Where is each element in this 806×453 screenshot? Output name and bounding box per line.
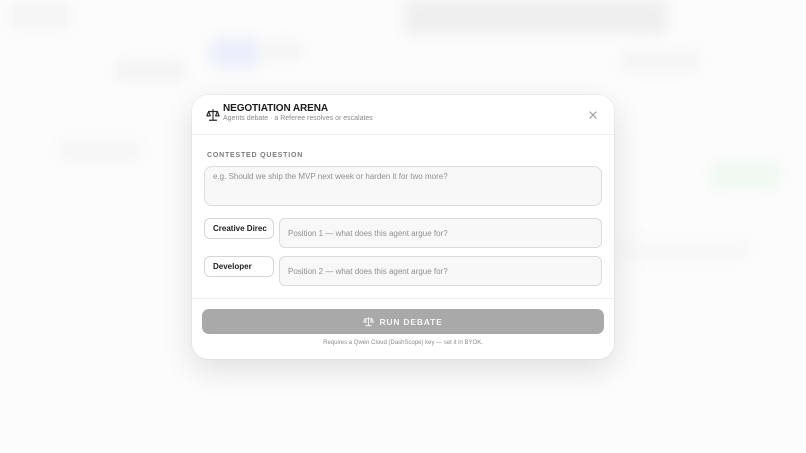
- byok-note: Requires a Qwen Cloud (DashScope) key — …: [323, 340, 483, 346]
- contested-question-input[interactable]: [204, 166, 602, 206]
- footer-divider: [192, 298, 614, 299]
- modal-title: NEGOTIATION ARENA: [223, 103, 328, 114]
- agent-2-name[interactable]: Developer: [204, 256, 274, 277]
- scale-icon: [363, 316, 375, 327]
- close-icon[interactable]: [586, 108, 600, 122]
- agent-1-name[interactable]: Creative Direc: [204, 218, 274, 239]
- modal-header: NEGOTIATION ARENA Agents debate · a Refe…: [192, 95, 614, 135]
- negotiation-arena-modal: NEGOTIATION ARENA Agents debate · a Refe…: [192, 95, 614, 359]
- agent-2-position-input[interactable]: [279, 256, 602, 286]
- run-debate-label: RUN DEBATE: [379, 316, 443, 327]
- contested-question-label: CONTESTED QUESTION: [207, 152, 304, 159]
- agent-1-position-input[interactable]: [279, 218, 602, 248]
- modal-subtitle: Agents debate · a Referee resolves or es…: [223, 115, 373, 122]
- scale-icon: [206, 109, 220, 121]
- run-debate-button[interactable]: RUN DEBATE: [202, 309, 604, 334]
